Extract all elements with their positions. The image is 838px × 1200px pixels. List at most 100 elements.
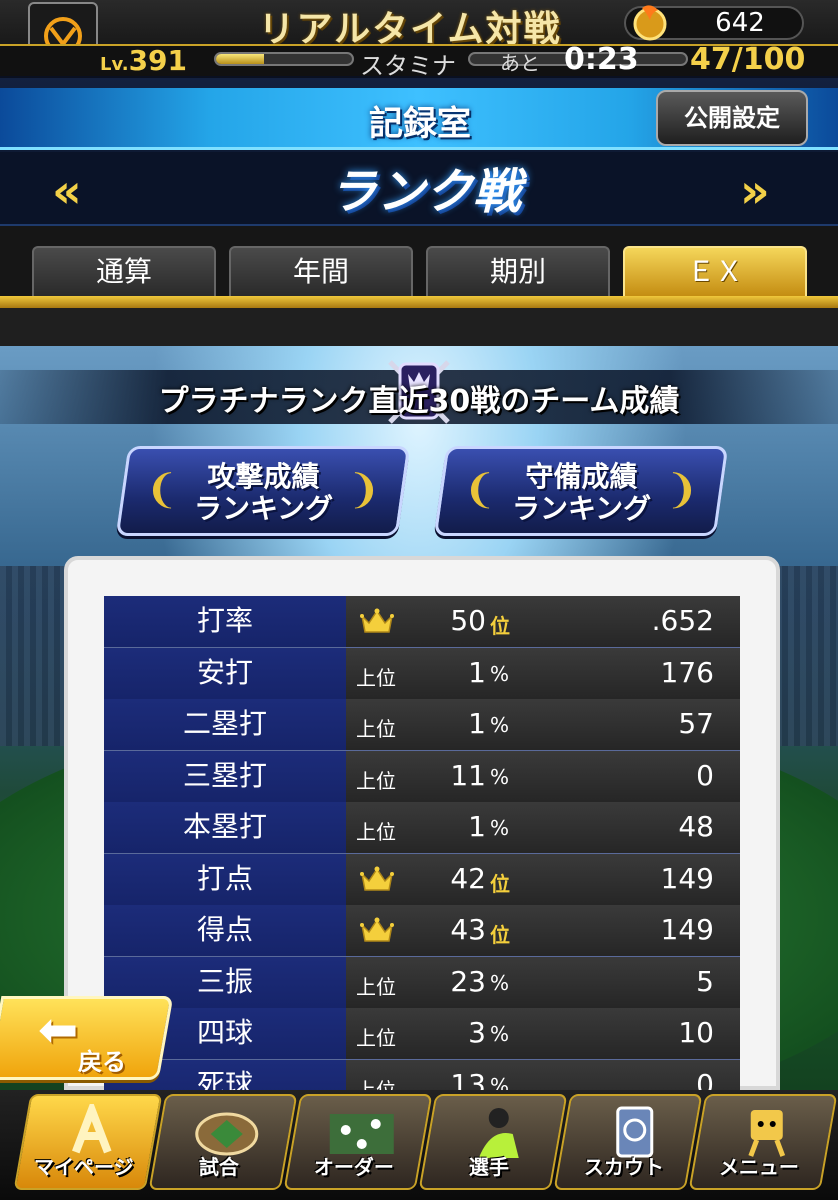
level-progress-gauge [214, 52, 354, 66]
stat-value: 149 [660, 861, 714, 895]
stat-value: 5 [696, 964, 714, 998]
rank-unit: 位 [490, 923, 510, 947]
rank-unit: % [490, 1022, 510, 1046]
rank-number: 42 [450, 861, 486, 895]
rank-number: 1 [468, 810, 486, 843]
rank-unit: 位 [490, 871, 510, 896]
stat-name: 三塁打 [104, 750, 346, 802]
stat-rank-cell: 上位 1% 176 [346, 647, 740, 699]
stat-rank-cell: 43 位 149 [346, 905, 740, 956]
rank-unit: % [490, 661, 510, 686]
stat-value: 0 [696, 758, 714, 792]
tab-period[interactable]: 期別 [426, 246, 610, 296]
nav-label: オーダー [313, 1155, 394, 1179]
nav-item-order[interactable]: オーダー [283, 1094, 433, 1190]
level-progress-fill [216, 54, 264, 64]
tab-ex[interactable]: ＥＸ [623, 246, 807, 296]
stat-name: 打率 [104, 596, 346, 647]
table-row: 四球 上位 3% 10 [104, 1008, 740, 1060]
tab-total[interactable]: 通算 [32, 246, 216, 296]
nav-item-scout-card[interactable]: スカウト [553, 1094, 703, 1190]
rank-unit: % [490, 970, 510, 995]
stat-rank-cell: 42 位 149 [346, 853, 740, 905]
table-row: 打率 50 位 .652 [104, 596, 740, 648]
public-settings-button[interactable]: 公開設定 [656, 90, 808, 146]
stat-rank-cell: 上位 1% 57 [346, 699, 740, 750]
next-mode-button[interactable]: » [740, 164, 770, 218]
stats-table: 打率 50 位 .652 安打 上位 1% 176 二塁打 上位 1% 57 三塁打 上位 11% 0 本塁打上… [104, 596, 740, 1111]
defense-ranking-button[interactable]: ❨ 守備成績 ランキング ❩ [433, 446, 729, 536]
nav-label: メニュー [718, 1155, 799, 1179]
rank-prefix: 上位 [356, 974, 396, 999]
mode-name: ランク戦 [328, 164, 521, 220]
crown-icon [360, 866, 394, 892]
stat-rank-cell: 上位 3% 10 [346, 1008, 740, 1059]
stamina-count: 47/100 [690, 42, 806, 77]
rank-number: 11 [450, 758, 486, 792]
stamina-label: スタミナ [360, 52, 456, 80]
rank-unit: % [490, 816, 510, 840]
coin-count: 642 [715, 8, 765, 38]
rank-number: 1 [468, 655, 486, 689]
rank-number: 50 [450, 604, 486, 637]
stat-value: 176 [660, 655, 714, 689]
table-row: 三塁打 上位 11% 0 [104, 750, 740, 802]
table-row: 二塁打 上位 1% 57 [104, 699, 740, 751]
nav-label: スカウト [583, 1155, 664, 1179]
table-row: 安打 上位 1% 176 [104, 647, 740, 699]
stat-value: 48 [678, 810, 714, 843]
laurel-right-icon: ❩ [665, 467, 700, 513]
nav-label: マイページ [34, 1155, 134, 1179]
stat-name: 安打 [104, 647, 346, 699]
stat-value: .652 [651, 604, 714, 637]
rank-prefix: 上位 [356, 768, 396, 793]
tab-yearly[interactable]: 年間 [229, 246, 413, 296]
stamina-recovery-time: 0:23 [564, 42, 639, 77]
table-row: 三振 上位 23% 5 [104, 956, 740, 1008]
nav-item-my-page[interactable]: マイページ [13, 1094, 163, 1190]
rank-unit: % [490, 764, 510, 789]
table-row: 得点 43 位 149 [104, 905, 740, 957]
level-prefix: Lv. [100, 54, 129, 75]
rank-prefix: 上位 [356, 717, 396, 741]
stat-name: 二塁打 [104, 699, 346, 750]
stat-name: 本塁打 [104, 802, 346, 853]
gold-coin-icon [633, 5, 667, 41]
rank-prefix: 上位 [356, 665, 396, 690]
rank-number: 23 [450, 964, 486, 998]
stat-value: 57 [678, 707, 714, 740]
stat-name: 得点 [104, 905, 346, 956]
stat-rank-cell: 上位 11% 0 [346, 750, 740, 802]
stat-value: 10 [678, 1016, 714, 1049]
prev-mode-button[interactable]: « [52, 164, 82, 218]
stat-name: 打点 [104, 853, 346, 905]
stat-rank-cell: 上位 1% 48 [346, 802, 740, 853]
player-level: Lv.391 [100, 44, 187, 77]
double-chevron-right-icon: » [740, 164, 770, 218]
nav-item-stadium[interactable]: 試合 [148, 1094, 298, 1190]
nav-label: 選手 [468, 1155, 509, 1179]
section-title: プラチナランク直近30戦のチーム成績 [158, 384, 680, 419]
nav-item-menu-character[interactable]: メニュー [688, 1094, 838, 1190]
laurel-right-icon: ❩ [347, 467, 382, 513]
table-row: 本塁打 上位 1% 48 [104, 802, 740, 854]
rank-prefix: 上位 [356, 820, 396, 844]
rank-number: 43 [450, 913, 486, 946]
page-title: 記録室 [369, 104, 471, 144]
rank-prefix: 上位 [356, 1026, 396, 1050]
back-button-label: 戻る [78, 1048, 126, 1076]
stat-rank-cell: 上位 23% 5 [346, 956, 740, 1008]
crown-icon [360, 917, 394, 943]
level-value: 391 [128, 44, 188, 77]
back-arrow-icon: ⬅ [38, 1002, 79, 1058]
nav-item-player[interactable]: 選手 [418, 1094, 568, 1190]
tab-underline [0, 296, 838, 308]
stamina-remain-label: あと [500, 51, 540, 75]
rank-unit: 位 [490, 614, 510, 638]
attack-ranking-button[interactable]: ❨ 攻撃成績 ランキング ❩ [115, 446, 411, 536]
rank-unit: % [490, 713, 510, 737]
table-row: 打点 42 位 149 [104, 853, 740, 905]
tab-gap [0, 308, 838, 348]
nav-label: 試合 [198, 1155, 239, 1179]
stat-value: 149 [660, 913, 714, 946]
